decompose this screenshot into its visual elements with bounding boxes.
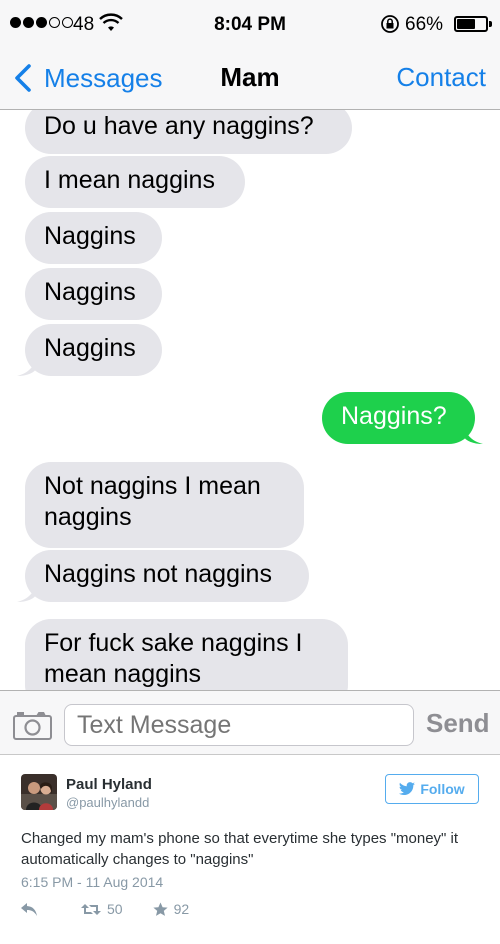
message-bubble[interactable]: Naggins (17, 324, 162, 376)
orientation-lock-icon (381, 15, 399, 33)
message-text: Naggins not naggins (44, 560, 272, 588)
favorite-action[interactable]: 92 (123, 901, 190, 917)
message-text: I mean naggins (44, 166, 215, 194)
tweet-timestamp[interactable]: 6:15 PM - 11 Aug 2014 (21, 874, 163, 890)
battery-percent: 66% (405, 14, 444, 35)
tweet-actions: 50 92 (21, 901, 189, 917)
message-thread[interactable]: Do u have any naggins? I mean naggins Na… (0, 110, 500, 690)
message-text: Naggins (44, 222, 136, 250)
message-text: Naggins (44, 278, 136, 306)
tweet-text: Changed my mam's phone so that everytime… (21, 830, 459, 868)
retweet-count: 50 (107, 901, 123, 917)
retweet-action[interactable]: 50 (37, 901, 123, 917)
message-text: Not naggins I mean naggins (44, 472, 261, 531)
bubble-tail (463, 422, 483, 444)
tweet-card: Paul Hyland @paulhylandd Follow Changed … (0, 755, 500, 944)
message-bubble[interactable]: Do u have any naggins? (25, 110, 352, 154)
follow-button[interactable]: Follow (385, 774, 479, 804)
message-bubble[interactable]: Naggins (25, 212, 162, 264)
tweet-author-name[interactable]: Paul Hyland (66, 776, 152, 793)
message-text: For fuck sake naggins I mean naggins (44, 629, 303, 688)
bubble-tail (17, 354, 37, 376)
send-button[interactable]: Send (426, 708, 490, 739)
follow-label: Follow (420, 781, 465, 797)
message-bubble[interactable]: Not naggins I mean naggins (25, 462, 304, 548)
contact-button[interactable]: Contact (396, 62, 486, 93)
camera-icon[interactable] (13, 710, 52, 740)
message-bubble-sent[interactable]: Naggins? (322, 392, 483, 444)
message-bubble[interactable]: I mean naggins (25, 156, 245, 208)
message-bubble[interactable]: For fuck sake naggins I mean naggins (25, 619, 348, 690)
avatar[interactable] (21, 774, 57, 810)
message-bubble[interactable]: Naggins (25, 268, 162, 320)
favorite-count: 92 (173, 901, 190, 917)
tweet-author-handle[interactable]: @paulhylandd (66, 795, 149, 810)
twitter-bird-icon (399, 782, 416, 795)
message-text: Do u have any naggins? (44, 112, 314, 140)
message-bubble[interactable]: Naggins not naggins (17, 550, 309, 602)
nav-bar: Messages Mam Contact (0, 48, 500, 110)
status-bar: 48 8:04 PM 66% (0, 0, 500, 48)
message-text: Naggins? (341, 402, 447, 430)
star-icon (152, 902, 168, 916)
bubble-tail (17, 580, 37, 602)
message-text: Naggins (44, 334, 136, 362)
battery-icon (454, 16, 492, 32)
message-input[interactable] (64, 704, 414, 746)
retweet-icon (81, 903, 101, 915)
message-input-bar: Send (0, 690, 500, 755)
reply-icon[interactable] (21, 902, 37, 916)
